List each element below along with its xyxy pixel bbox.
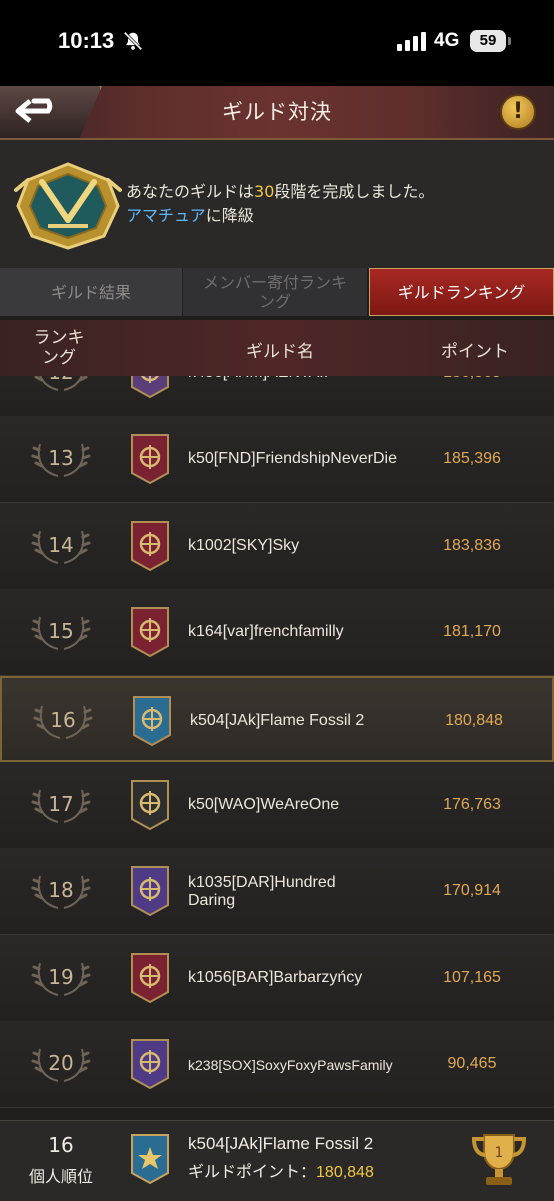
result-message-panel (0, 140, 554, 268)
info-button[interactable]: ! (500, 94, 536, 130)
tab-bar: ギルド結果 メンバー寄付ランキ ング ギルドランキング (0, 268, 554, 316)
tab-label: メンバー寄付ランキ ング (202, 273, 347, 311)
guild-points: 107,165 (443, 968, 501, 986)
ranking-list[interactable]: 12 k456[AHM]AENTA.. 186,565 13 k50[FND]Frien… (0, 376, 554, 1120)
guild-emblem-icon (131, 1134, 169, 1185)
rank-number: 20 (48, 1051, 74, 1076)
crossed-swords-badge-icon (14, 162, 122, 250)
guild-points: 180,848 (445, 711, 503, 729)
guild-emblem-icon (131, 1039, 169, 1090)
guild-points: 90,465 (447, 1055, 497, 1073)
table-row[interactable]: 15 k164[var]frenchfamilly 181,170 (0, 589, 554, 677)
app-header: ギルド対決 (0, 86, 554, 140)
rank-number: 13 (48, 446, 74, 471)
table-row[interactable]: 19 k1056[BAR]Barbarzyńcy 107,165 (0, 934, 554, 1022)
table-row[interactable]: 20 k238[SOX]SoxyFoxyPawsFamily 90,465 (0, 1021, 554, 1109)
guild-name: k238[SOX]SoxyFoxyPawsFamily (188, 1057, 393, 1074)
tab-member-donation-ranking[interactable]: メンバー寄付ランキ ング (183, 268, 367, 316)
rank-number: 12 (30, 376, 92, 384)
table-row[interactable]: 12 k456[AHM]AENTA.. 186,565 (0, 376, 554, 417)
result-text-suffix: 段階を完成しました。 (274, 182, 435, 201)
result-text-prefix: あなたのギルドは (126, 182, 255, 201)
column-rank: ランキ ング (33, 328, 85, 368)
guild-points: 186,565 (430, 376, 514, 382)
guild-name: k50[FND]FriendshipNeverDie (188, 450, 397, 468)
my-rank-label: 個人順位 (28, 1167, 93, 1186)
guild-name: k1002[SKY]Sky (188, 536, 300, 554)
trophy-icon[interactable]: 1 (470, 1129, 528, 1189)
battery-indicator: 59 (470, 30, 506, 52)
guild-emblem-icon (131, 376, 169, 399)
guild-name: k1035[DAR]Hundred Daring (188, 874, 336, 910)
my-guild-footer: 16 個人順位 k504[JAk]Flame Fossil 2 ギルドポイント：… (0, 1120, 554, 1201)
rank-number: 16 (50, 707, 76, 732)
battery-tip (508, 37, 511, 45)
guild-points: 181,170 (443, 623, 501, 641)
guild-points: 185,396 (443, 450, 501, 468)
signal-icon (397, 32, 426, 51)
page-title: ギルド対決 (222, 100, 332, 124)
rank-number: 19 (48, 964, 74, 989)
exclamation-icon: ! (512, 99, 524, 124)
tab-label: ギルドランキング (397, 282, 526, 302)
guild-points: 170,914 (443, 882, 501, 900)
guild-emblem-icon (131, 780, 169, 831)
stage-count: 30 (254, 182, 275, 201)
tab-guild-ranking[interactable]: ギルドランキング (369, 268, 554, 316)
network-label: 4G (434, 30, 460, 51)
guild-emblem-icon (131, 434, 169, 485)
guild-emblem-icon (133, 695, 171, 746)
table-row[interactable]: 16 k504[JAk]Flame Fossil 2 180,848 (0, 675, 554, 762)
result-message-line2: アマチュアに降級 (126, 202, 254, 226)
guild-emblem-icon (131, 866, 169, 917)
guild-name: k164[var]frenchfamilly (188, 623, 344, 641)
table-row[interactable]: 13 k50[FND]FriendshipNeverDie 185,396 (0, 416, 554, 504)
my-rank: 16 (48, 1133, 74, 1157)
rank-number: 18 (48, 878, 74, 903)
column-points: ポイント (441, 342, 509, 362)
guild-name: k50[WAO]WeAreOne (188, 796, 340, 813)
tab-label: ギルド結果 (50, 282, 131, 302)
guild-points: 183,836 (443, 536, 501, 554)
league-name: アマチュア (126, 206, 206, 225)
guild-emblem-icon (131, 607, 169, 658)
rank-number: 15 (48, 619, 74, 644)
rank-number: 14 (48, 532, 74, 557)
demotion-text: に降級 (205, 206, 254, 225)
guild-name: k1056[BAR]Barbarzyńcy (188, 968, 363, 986)
guild-name: k456[AHM]AENTA.. (188, 376, 414, 382)
table-row[interactable]: 17 k50[WAO]WeAreOne 176,763 (0, 762, 554, 849)
my-guild-points: ギルドポイント：180,848 (188, 1162, 374, 1181)
result-message-line1: あなたのギルドは30段階を完成しました。 (126, 178, 434, 202)
table-header: ランキ ング ギルド名 ポイント (0, 320, 554, 376)
bell-slash-icon (123, 31, 143, 51)
guild-name: k504[JAk]Flame Fossil 2 (190, 711, 365, 729)
guild-emblem-icon (131, 952, 169, 1003)
table-row[interactable]: 14 k1002[SKY]Sky 183,836 (0, 502, 554, 590)
rank-number: 17 (48, 792, 74, 816)
status-bar: 10:13 4G 59 (0, 0, 554, 86)
guild-points: 176,763 (443, 796, 501, 813)
svg-text:1: 1 (495, 1145, 504, 1161)
tab-guild-results[interactable]: ギルド結果 (0, 268, 182, 316)
status-time: 10:13 (58, 28, 115, 53)
guild-emblem-icon (131, 520, 169, 571)
column-guild-name: ギルド名 (246, 342, 314, 362)
my-guild-name: k504[JAk]Flame Fossil 2 (188, 1134, 374, 1153)
table-row[interactable]: 18 k1035[DAR]Hundred Daring 170,914 (0, 848, 554, 936)
